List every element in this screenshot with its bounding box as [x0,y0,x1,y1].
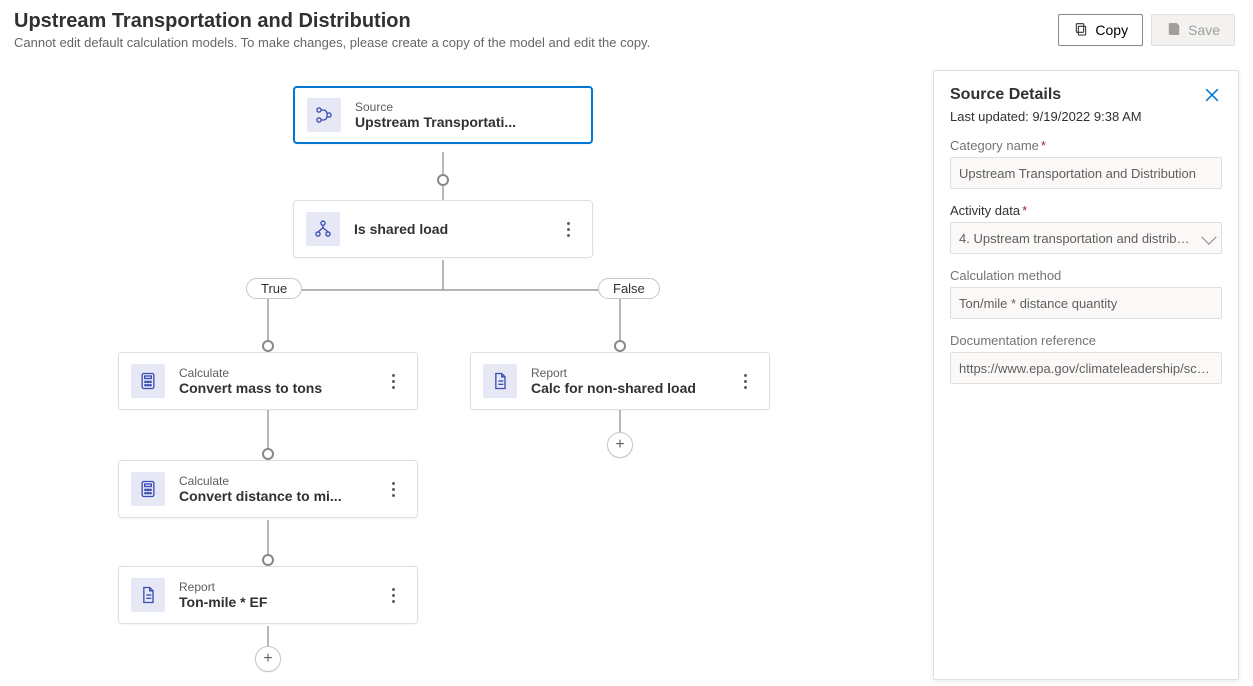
node-condition[interactable]: Is shared load [293,200,593,258]
field-label-calc-method: Calculation method [950,268,1222,283]
node-menu-button[interactable] [381,482,405,497]
document-icon [483,364,517,398]
save-icon [1166,21,1182,40]
node-calc-distance[interactable]: Calculate Convert distance to mi... [118,460,418,518]
node-calc-mass[interactable]: Calculate Convert mass to tons [118,352,418,410]
field-label-doc-ref: Documentation reference [950,333,1222,348]
save-button-label: Save [1188,22,1220,38]
node-title: Calc for non-shared load [531,380,721,396]
node-report-nonshared[interactable]: Report Calc for non-shared load [470,352,770,410]
add-step-button[interactable]: + [607,432,633,458]
node-source[interactable]: Source Upstream Transportati... [293,86,593,144]
connector-dot[interactable] [262,554,274,566]
node-kicker: Calculate [179,366,381,380]
node-report-tonmile[interactable]: Report Ton-mile * EF [118,566,418,624]
field-label-category: Category name* [950,138,1222,153]
node-kicker: Report [179,580,381,594]
node-title: Convert distance to mi... [179,488,369,504]
connector-dot[interactable] [437,174,449,186]
close-button[interactable] [1202,85,1222,105]
field-label-activity: Activity data* [950,203,1222,218]
node-kicker: Report [531,366,733,380]
node-title: Ton-mile * EF [179,594,369,610]
node-menu-button[interactable] [556,222,580,237]
node-condition-title: Is shared load [354,221,544,237]
category-name-input[interactable]: Upstream Transportation and Distribution [950,157,1222,189]
document-icon [131,578,165,612]
calculation-method-input[interactable]: Ton/mile * distance quantity [950,287,1222,319]
node-title: Convert mass to tons [179,380,369,396]
copy-icon [1073,21,1089,40]
node-menu-button[interactable] [733,374,757,389]
documentation-reference-input[interactable]: https://www.epa.gov/climateleadership/sc… [950,352,1222,384]
node-menu-button[interactable] [381,588,405,603]
calculator-icon [131,472,165,506]
connector-dot[interactable] [262,340,274,352]
page-title: Upstream Transportation and Distribution [14,10,1239,33]
page-subtitle: Cannot edit default calculation models. … [14,35,1239,50]
connector-dot[interactable] [614,340,626,352]
save-button: Save [1151,14,1235,46]
calculator-icon [131,364,165,398]
connector-dot[interactable] [262,448,274,460]
branch-false-label: False [598,278,660,299]
branch-icon [307,98,341,132]
panel-title: Source Details [950,86,1061,104]
node-kicker: Calculate [179,474,381,488]
panel-last-updated: Last updated: 9/19/2022 9:38 AM [950,109,1222,124]
copy-button[interactable]: Copy [1058,14,1143,46]
node-menu-button[interactable] [381,374,405,389]
branch-true-label: True [246,278,302,299]
node-source-kicker: Source [355,100,579,114]
add-step-button[interactable]: + [255,646,281,672]
copy-button-label: Copy [1095,22,1128,38]
details-panel: Source Details Last updated: 9/19/2022 9… [933,70,1239,680]
activity-data-select[interactable]: 4. Upstream transportation and distribut… [950,222,1222,254]
condition-icon [306,212,340,246]
node-source-title: Upstream Transportati... [355,114,545,130]
